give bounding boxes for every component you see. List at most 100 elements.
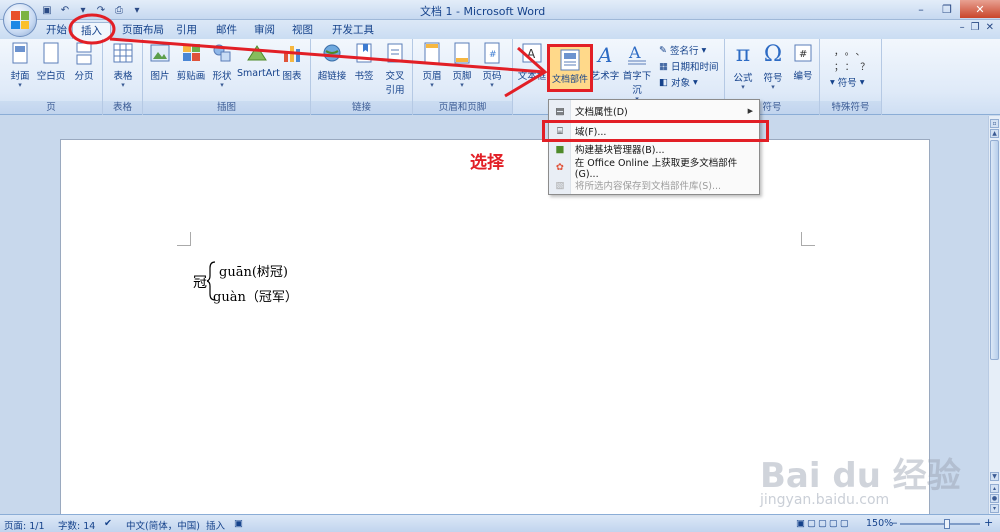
spell-check-icon[interactable]: ✔: [104, 518, 112, 529]
page-break-icon: [76, 42, 92, 65]
undo-dropdown-icon[interactable]: ▾: [76, 3, 90, 17]
ruler-toggle-icon[interactable]: ▫: [990, 119, 999, 128]
menu-item-document-properties[interactable]: ▤ 文档属性(D) ▶: [549, 102, 759, 120]
close-doc-icon[interactable]: ✕: [986, 22, 994, 33]
save-icon[interactable]: ▣: [40, 3, 54, 17]
svg-text:#: #: [489, 50, 497, 60]
symbol-button[interactable]: Ω 符号 ▾: [759, 42, 787, 91]
customize-qat-icon[interactable]: ▾: [130, 3, 144, 17]
date-time-button[interactable]: ▦ 日期和时间: [659, 59, 719, 74]
header-icon: [424, 42, 440, 64]
header-button[interactable]: 页眉 ▾: [419, 42, 445, 89]
status-language[interactable]: 中文(简体，中国): [126, 518, 200, 532]
picture-button[interactable]: 图片: [147, 42, 173, 82]
page-break-button[interactable]: 分页: [70, 42, 98, 82]
tab-view[interactable]: 视图: [284, 22, 321, 40]
tab-review[interactable]: 审阅: [246, 22, 283, 40]
bookmark-icon: [356, 43, 372, 63]
quick-access-toolbar: ▣ ↶ ▾ ↷ ⎙ ▾: [40, 2, 144, 18]
footer-button[interactable]: 页脚 ▾: [449, 42, 475, 89]
object-icon: ◧: [659, 76, 668, 88]
zoom-slider-knob[interactable]: [944, 519, 950, 529]
textbox-icon: A: [522, 43, 542, 63]
tab-insert[interactable]: 插入: [72, 22, 111, 40]
menu-item-save-selection: ▧ 将所选内容保存到文档部件库(S)...: [549, 176, 759, 194]
annotation-select-label: 选择: [470, 153, 504, 173]
tab-references[interactable]: 引用: [168, 22, 205, 40]
cover-page-button[interactable]: 封面 ▾: [6, 42, 34, 89]
minimize-ribbon-icon[interactable]: –: [960, 22, 965, 33]
status-word-count[interactable]: 字数: 14: [58, 518, 95, 532]
next-page-icon[interactable]: ▾: [990, 504, 999, 513]
baidu-watermark: Bai du 经验: [760, 456, 961, 496]
group-illustrations: 图片 剪贴画 形状 ▾ SmartArt 图表 插图: [143, 39, 311, 115]
restore-button[interactable]: ❐: [934, 0, 960, 18]
group-label-header-footer: 页眉和页脚: [413, 101, 512, 114]
minimize-button[interactable]: –: [908, 0, 934, 18]
scroll-thumb[interactable]: [990, 140, 999, 360]
group-label-page: 页: [0, 101, 102, 114]
smartart-icon: [247, 45, 267, 61]
pi-icon: π: [735, 42, 751, 67]
cross-reference-button[interactable]: 交叉 引用: [381, 42, 409, 96]
chart-button[interactable]: 图表: [279, 42, 305, 82]
redo-icon[interactable]: ↷: [94, 3, 108, 17]
special-symbols-row2[interactable]: ；：？: [834, 59, 876, 73]
special-symbols-row1[interactable]: ，。、: [834, 44, 871, 58]
textbox-button[interactable]: A 文本框: [515, 42, 549, 82]
vertical-scrollbar[interactable]: ▫ ▲ ▼ ▴ ● ▾: [988, 116, 1000, 514]
macro-record-icon[interactable]: ▣: [234, 518, 243, 529]
tab-page-layout[interactable]: 页面布局: [114, 22, 172, 40]
clip-art-icon: [183, 44, 200, 61]
footer-icon: [454, 42, 470, 64]
numbering-button[interactable]: # 编号: [789, 42, 817, 82]
picture-icon: [150, 44, 170, 62]
blank-page-button[interactable]: 空白页: [36, 42, 66, 82]
tab-developer[interactable]: 开发工具: [324, 22, 382, 40]
restore-doc-icon[interactable]: ❐: [971, 22, 980, 33]
ribbon: 封面 ▾ 空白页 分页 页 表格 ▾ 表格 图片 剪贴画 形状 ▾ SmartA…: [0, 39, 1000, 115]
table-button[interactable]: 表格 ▾: [109, 42, 137, 89]
page-number-button[interactable]: # 页码 ▾: [479, 42, 505, 89]
special-symbol-dropdown[interactable]: ▾ 符号 ▾: [830, 75, 865, 90]
undo-icon[interactable]: ↶: [58, 3, 72, 17]
baidu-watermark-url: jingyan.baidu.com: [760, 492, 890, 508]
scroll-up-icon[interactable]: ▲: [990, 129, 999, 138]
group-table: 表格 ▾ 表格: [103, 39, 143, 115]
document-parts-button[interactable]: 文档部件: [547, 44, 593, 92]
browse-object-icon[interactable]: ●: [990, 494, 999, 503]
hyperlink-button[interactable]: 超链接: [315, 42, 349, 82]
print-preview-icon[interactable]: ⎙: [112, 3, 126, 17]
status-page[interactable]: 页面: 1/1: [4, 518, 45, 532]
svg-text:A: A: [596, 43, 612, 66]
shapes-icon: [213, 44, 231, 62]
zoom-slider[interactable]: [900, 523, 980, 525]
drop-cap-button[interactable]: A 首字下沉▾: [619, 42, 655, 103]
tab-mailings[interactable]: 邮件: [208, 22, 245, 40]
document-properties-icon: ▤: [555, 105, 565, 117]
clip-art-button[interactable]: 剪贴画: [175, 42, 207, 82]
menu-item-office-online[interactable]: ✿ 在 Office Online 上获取更多文档部件(G)...: [549, 158, 759, 180]
svg-text:#: #: [799, 49, 807, 60]
status-zoom[interactable]: 150%: [866, 518, 893, 529]
status-mode[interactable]: 插入: [206, 518, 225, 532]
doc-line-2: guàn（冠军）: [213, 290, 298, 305]
signature-line-button[interactable]: ✎ 签名行 ▾: [659, 43, 706, 58]
window-title: 文档 1 - Microsoft Word: [420, 5, 546, 18]
shapes-button[interactable]: 形状 ▾: [209, 42, 235, 89]
close-button[interactable]: ✕: [960, 0, 1000, 18]
group-page: 封面 ▾ 空白页 分页 页: [0, 39, 103, 115]
object-button[interactable]: ◧ 对象 ▾: [659, 75, 698, 90]
zoom-out-icon[interactable]: –: [892, 516, 898, 529]
document-parts-label: 文档部件: [551, 75, 588, 85]
svg-text:A: A: [628, 43, 641, 62]
prev-page-icon[interactable]: ▴: [990, 484, 999, 493]
tab-home[interactable]: 开始: [38, 22, 75, 40]
view-buttons-icon[interactable]: ▣▢▢▢▢: [796, 518, 851, 529]
office-button[interactable]: [3, 3, 37, 37]
zoom-in-icon[interactable]: +: [984, 516, 993, 529]
scroll-down-icon[interactable]: ▼: [990, 472, 999, 481]
smartart-button[interactable]: SmartArt: [237, 42, 280, 79]
bookmark-button[interactable]: 书签: [351, 42, 377, 82]
equation-button[interactable]: π 公式 ▾: [729, 42, 757, 91]
